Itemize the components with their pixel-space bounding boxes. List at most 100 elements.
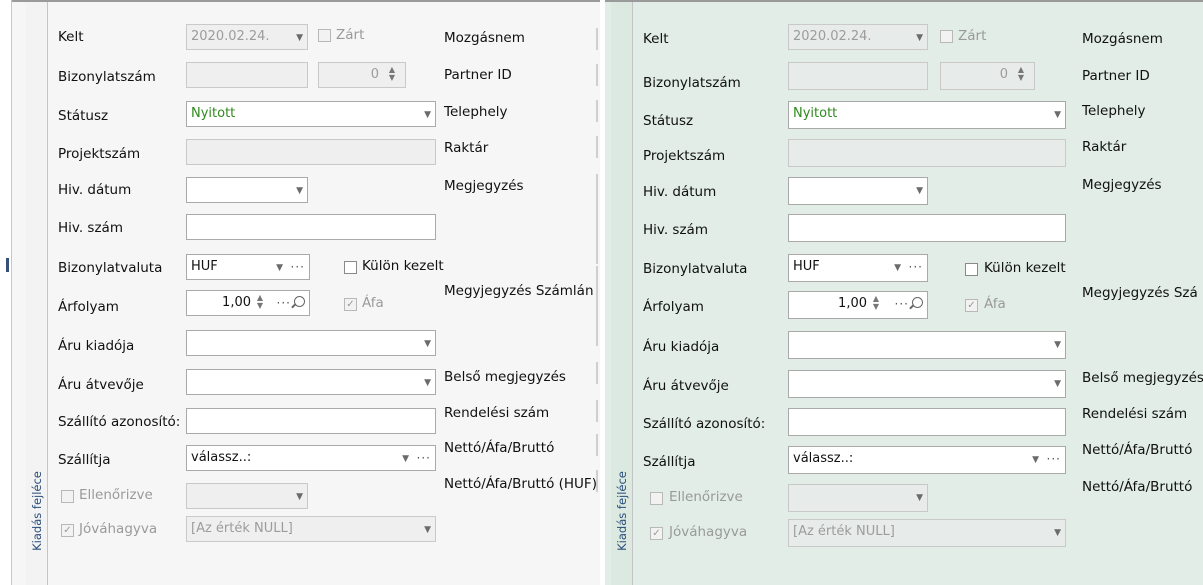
rendelesi-szam-label: Rendelési szám bbox=[1082, 406, 1188, 422]
jovahagyva-select[interactable]: [Az érték NULL] ▼ bbox=[788, 519, 1066, 547]
arfolyam-field[interactable]: 1,00 ▲ ▼ ··· bbox=[186, 290, 310, 316]
projektszam-field[interactable] bbox=[788, 139, 1066, 167]
form-panel-green-theme: Kiadás fejléce Kelt 2020.02.24. ▼ Zárt B… bbox=[605, 0, 1203, 585]
projektszam-label: Projektszám bbox=[58, 146, 141, 162]
aru-atvevoje-select[interactable]: ▼ bbox=[788, 370, 1066, 398]
szallito-azonosito-field[interactable] bbox=[788, 408, 1066, 436]
szallitja-value: válassz..: bbox=[191, 450, 252, 465]
partner-id-label: Partner ID bbox=[1082, 68, 1150, 84]
bizonylatvaluta-select[interactable]: HUF ▼ ··· bbox=[788, 254, 928, 282]
statusz-select[interactable]: Nyitott ▼ bbox=[788, 101, 1066, 129]
bizonylatvaluta-value: HUF bbox=[793, 259, 820, 274]
kulon-kezelt-checkbox[interactable] bbox=[965, 263, 978, 276]
bizonylatszam-number-field[interactable]: 0 ▲ ▼ bbox=[318, 62, 406, 88]
ellenorizve-label: Ellenőrizve bbox=[79, 487, 153, 503]
field-edge bbox=[596, 400, 598, 422]
hiv-datum-field[interactable]: ▼ bbox=[788, 177, 928, 205]
ellenorizve-select[interactable]: ▼ bbox=[186, 483, 308, 509]
ellenorizve-select[interactable]: ▼ bbox=[788, 484, 928, 512]
aru-kiadoja-select[interactable]: ▼ bbox=[788, 331, 1066, 359]
ellenorizve-checkbox[interactable] bbox=[650, 492, 663, 505]
hiv-szam-field[interactable] bbox=[788, 214, 1066, 242]
zart-checkbox[interactable] bbox=[940, 30, 953, 43]
search-icon[interactable] bbox=[912, 297, 923, 308]
chevron-down-icon[interactable]: ▼ bbox=[424, 370, 431, 394]
spin-arrows-icon[interactable]: ▲ ▼ bbox=[255, 294, 265, 312]
aru-kiadoja-select[interactable]: ▼ bbox=[186, 330, 436, 356]
chevron-down-icon[interactable]: ▼ bbox=[296, 484, 303, 508]
bizonylatszam-field[interactable] bbox=[788, 62, 928, 90]
more-icon[interactable]: ··· bbox=[1047, 447, 1061, 471]
more-icon[interactable]: ··· bbox=[909, 255, 923, 279]
chevron-down-icon[interactable]: ▼ bbox=[916, 178, 923, 204]
jovahagyva-checkbox[interactable]: ✓ bbox=[61, 524, 74, 537]
hiv-szam-field[interactable] bbox=[186, 214, 436, 240]
more-icon[interactable]: ··· bbox=[895, 292, 909, 316]
field-edge bbox=[596, 28, 598, 50]
group-title-strip[interactable]: Kiadás fejléce bbox=[611, 2, 633, 585]
more-icon[interactable]: ··· bbox=[291, 255, 305, 279]
ellenorizve-checkbox[interactable] bbox=[61, 490, 74, 503]
kelt-date-field[interactable]: 2020.02.24. ▼ bbox=[186, 24, 308, 50]
group-title-strip[interactable]: Kiadás fejléce bbox=[26, 2, 48, 585]
statusz-select[interactable]: Nyitott ▼ bbox=[186, 101, 436, 127]
chevron-down-icon[interactable]: ▼ bbox=[916, 485, 923, 511]
afa-checkbox[interactable]: ✓ bbox=[965, 299, 978, 312]
kelt-date-field[interactable]: 2020.02.24. ▼ bbox=[788, 24, 928, 50]
szallitja-select[interactable]: válassz..: ▼ ··· bbox=[788, 446, 1066, 474]
arfolyam-field[interactable]: 1,00 ▲ ▼ ··· bbox=[788, 291, 928, 319]
spin-arrows-icon[interactable]: ▲ ▼ bbox=[871, 295, 881, 313]
chevron-down-icon[interactable]: ▼ bbox=[276, 255, 283, 279]
arfolyam-label: Árfolyam bbox=[643, 299, 704, 315]
bizonylatvaluta-select[interactable]: HUF ▼ ··· bbox=[186, 254, 310, 280]
chevron-down-icon[interactable]: ▼ bbox=[296, 25, 303, 49]
szallito-azonosito-field[interactable] bbox=[186, 408, 436, 434]
szallitja-label: Szállítja bbox=[58, 452, 111, 468]
chevron-down-icon[interactable]: ▼ bbox=[402, 446, 409, 470]
statusz-value: Nyitott bbox=[191, 106, 236, 121]
bizonylatszam-label: Bizonylatszám bbox=[58, 69, 156, 85]
statusz-value: Nyitott bbox=[793, 106, 838, 121]
megjegyzes-szamlan-label: Megyjegyzés Szá bbox=[1082, 285, 1198, 301]
field-edge bbox=[596, 64, 598, 86]
jovahagyva-label: Jóváhagyva bbox=[79, 521, 158, 537]
projektszam-field[interactable] bbox=[186, 139, 436, 165]
arfolyam-value: 1,00 bbox=[222, 295, 251, 310]
chevron-down-icon[interactable]: ▼ bbox=[1054, 520, 1061, 546]
chevron-down-icon[interactable]: ▼ bbox=[424, 331, 431, 355]
chevron-down-icon[interactable]: ▼ bbox=[894, 255, 901, 281]
spin-arrows-icon[interactable]: ▲ ▼ bbox=[1016, 66, 1026, 84]
chevron-down-icon[interactable]: ▼ bbox=[296, 178, 303, 202]
megjegyzes-szamlan-label: Megyjegyzés Számlán bbox=[444, 283, 594, 299]
chevron-down-icon[interactable]: ▼ bbox=[916, 25, 923, 49]
jovahagyva-checkbox[interactable]: ✓ bbox=[650, 527, 663, 540]
bizonylatszam-field[interactable] bbox=[186, 62, 308, 88]
telephely-label: Telephely bbox=[1082, 103, 1146, 119]
kelt-date-value: 2020.02.24. bbox=[191, 29, 270, 44]
chevron-down-icon[interactable]: ▼ bbox=[424, 517, 431, 541]
zart-checkbox[interactable] bbox=[318, 29, 331, 42]
kulon-kezelt-checkbox[interactable] bbox=[344, 261, 357, 274]
aru-atvevoje-select[interactable]: ▼ bbox=[186, 369, 436, 395]
chevron-down-icon[interactable]: ▼ bbox=[424, 102, 431, 126]
bizonylatszam-number-value: 0 bbox=[999, 67, 1008, 82]
more-icon[interactable]: ··· bbox=[277, 291, 291, 315]
more-icon[interactable]: ··· bbox=[417, 446, 431, 470]
kelt-label: Kelt bbox=[643, 31, 669, 47]
afa-checkbox[interactable]: ✓ bbox=[344, 298, 357, 311]
aru-kiadoja-label: Áru kiadója bbox=[58, 338, 135, 354]
chevron-down-icon[interactable]: ▼ bbox=[1032, 447, 1039, 473]
chevron-down-icon[interactable]: ▼ bbox=[1054, 332, 1061, 358]
chevron-down-icon[interactable]: ▼ bbox=[1054, 371, 1061, 397]
chevron-down-icon[interactable]: ▼ bbox=[1054, 102, 1061, 128]
spin-arrows-icon[interactable]: ▲ ▼ bbox=[387, 66, 397, 84]
bizonylatszam-number-field[interactable]: 0 ▲ ▼ bbox=[940, 62, 1035, 90]
bizonylatszam-label: Bizonylatszám bbox=[643, 75, 741, 91]
hiv-datum-field[interactable]: ▼ bbox=[186, 177, 308, 203]
kulon-kezelt-label: Külön kezelt bbox=[984, 260, 1066, 276]
jovahagyva-select[interactable]: [Az érték NULL] ▼ bbox=[186, 516, 436, 542]
szallitja-select[interactable]: válassz..: ▼ ··· bbox=[186, 445, 436, 471]
search-icon[interactable] bbox=[294, 296, 305, 307]
partner-id-label: Partner ID bbox=[444, 67, 512, 83]
aru-kiadoja-label: Áru kiadója bbox=[643, 339, 720, 355]
